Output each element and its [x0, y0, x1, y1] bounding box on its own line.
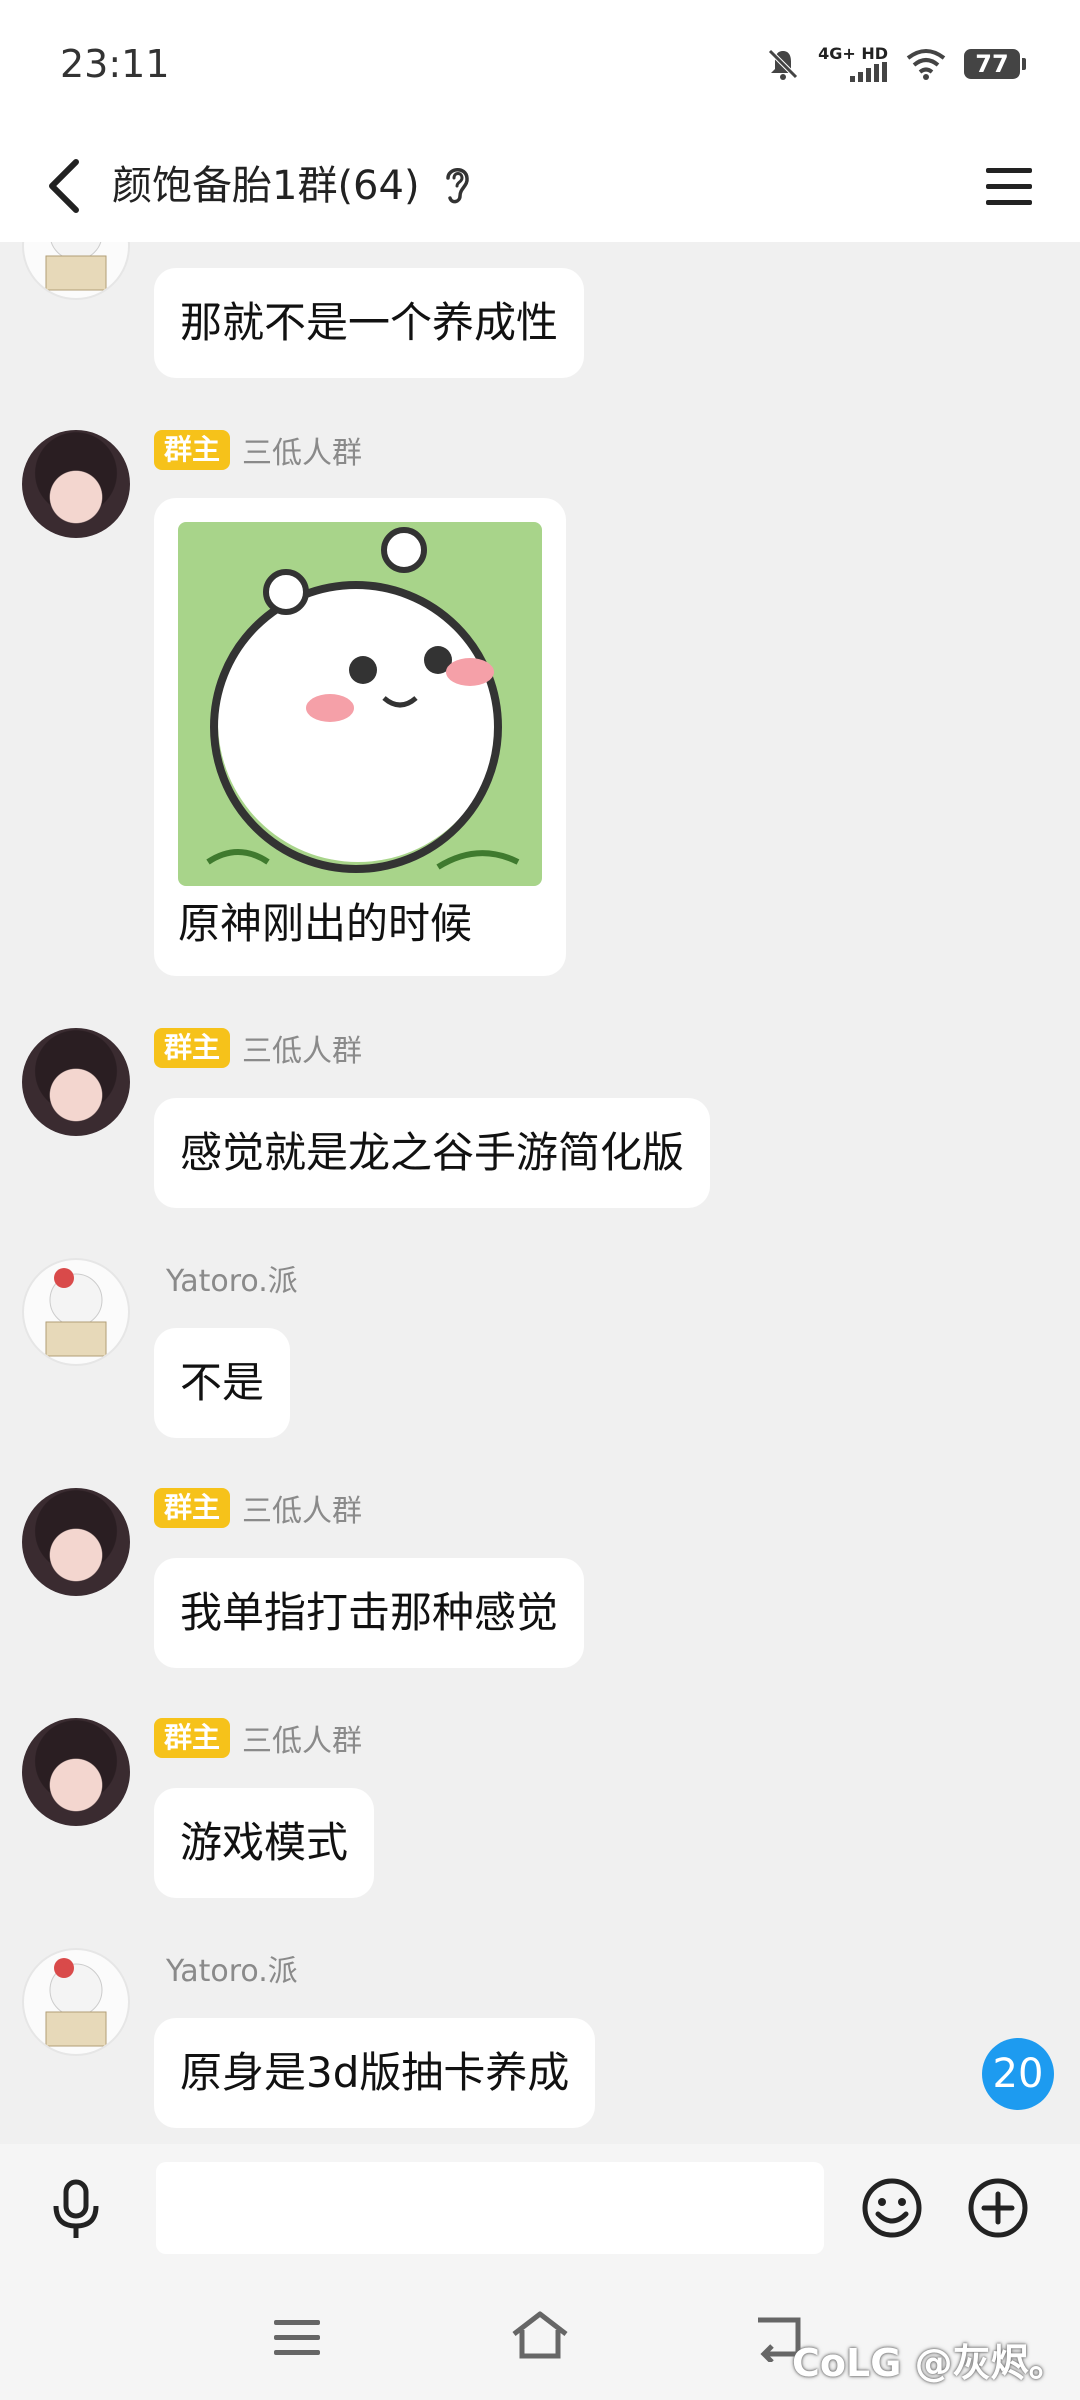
microphone-icon[interactable]: [46, 2178, 106, 2246]
network-label: 4G+ HD: [818, 44, 888, 63]
owner-badge: 群主: [154, 430, 231, 470]
plus-icon[interactable]: [966, 2176, 1030, 2244]
avatar[interactable]: [22, 1718, 130, 1826]
message-bubble[interactable]: 原身是3d版抽卡养成: [154, 2018, 596, 2128]
owner-badge: 群主: [154, 1718, 231, 1758]
message-bubble[interactable]: 那就不是一个养成性: [154, 268, 585, 378]
avatar[interactable]: [22, 242, 130, 300]
battery-icon: 77: [964, 49, 1026, 79]
emoji-icon[interactable]: [860, 2176, 924, 2244]
sender-line: 群主 三低人群: [154, 1486, 362, 1530]
message-text: 原身是3d版抽卡养成: [180, 2048, 570, 2097]
status-time: 23:11: [60, 42, 170, 86]
hamster-sticker-image[interactable]: [178, 522, 542, 886]
image-message-bubble[interactable]: 原神刚出的时候: [154, 498, 566, 976]
chat-message-list[interactable]: 那就不是一个养成性 群主 三低人群 原神刚出的时候 群主 三低人群 感觉就是龙之…: [0, 242, 1080, 2144]
message-text: 不是: [180, 1358, 265, 1407]
message-text: 游戏模式: [180, 1818, 349, 1867]
ear-icon[interactable]: [440, 160, 474, 212]
nav-menu-icon[interactable]: [270, 2316, 326, 2364]
sender-line: 群主 三低人群: [154, 1716, 362, 1760]
sender-name[interactable]: 三低人群: [242, 1486, 362, 1530]
image-caption: 原神刚出的时候: [178, 899, 473, 948]
message-text: 那就不是一个养成性: [180, 298, 559, 347]
avatar[interactable]: [22, 1258, 130, 1366]
unread-count-badge[interactable]: 20: [982, 2038, 1054, 2110]
sender-line: 群主 三低人群: [154, 428, 362, 472]
status-icons: 4G+ HD 77: [766, 46, 1026, 82]
owner-badge: 群主: [154, 1488, 231, 1528]
sender-name[interactable]: 三低人群: [242, 1026, 362, 1070]
sender-name[interactable]: 三低人群: [242, 1716, 362, 1760]
nav-home-icon[interactable]: [508, 2308, 572, 2366]
message-bubble[interactable]: 不是: [154, 1328, 291, 1438]
chat-title[interactable]: 颜饱备胎1群(64): [112, 156, 420, 216]
bell-muted-icon: [766, 47, 800, 81]
owner-badge: 群主: [154, 1028, 231, 1068]
message-text: 我单指打击那种感觉: [180, 1588, 559, 1637]
avatar[interactable]: [22, 1948, 130, 2056]
sender-line: 群主 三低人群: [154, 1026, 362, 1070]
wifi-icon: [906, 48, 946, 80]
signal-icon: 4G+ HD: [818, 46, 888, 82]
input-bar: [0, 2144, 1080, 2272]
message-input[interactable]: [156, 2162, 824, 2254]
message-text: 感觉就是龙之谷手游简化版: [180, 1128, 685, 1177]
avatar[interactable]: [22, 1028, 130, 1136]
sender-name[interactable]: 三低人群: [242, 428, 362, 472]
sender-name[interactable]: Yatoro.派: [166, 1256, 298, 1300]
sender-line: Yatoro.派: [166, 1256, 298, 1300]
message-bubble[interactable]: 感觉就是龙之谷手游简化版: [154, 1098, 711, 1208]
sender-name[interactable]: Yatoro.派: [166, 1946, 298, 1990]
sender-line: Yatoro.派: [166, 1946, 298, 1990]
avatar[interactable]: [22, 430, 130, 538]
message-bubble[interactable]: 游戏模式: [154, 1788, 375, 1898]
chat-header: 颜饱备胎1群(64): [0, 130, 1080, 242]
message-bubble[interactable]: 我单指打击那种感觉: [154, 1558, 585, 1668]
status-bar: 23:11 4G+ HD 77: [0, 0, 1080, 130]
back-arrow-icon[interactable]: [32, 154, 96, 218]
hamburger-menu-icon[interactable]: [980, 156, 1040, 216]
system-nav-bar: CoLG @灰烬。: [0, 2272, 1080, 2400]
watermark-text: CoLG @灰烬。: [792, 2341, 1067, 2385]
avatar[interactable]: [22, 1488, 130, 1596]
